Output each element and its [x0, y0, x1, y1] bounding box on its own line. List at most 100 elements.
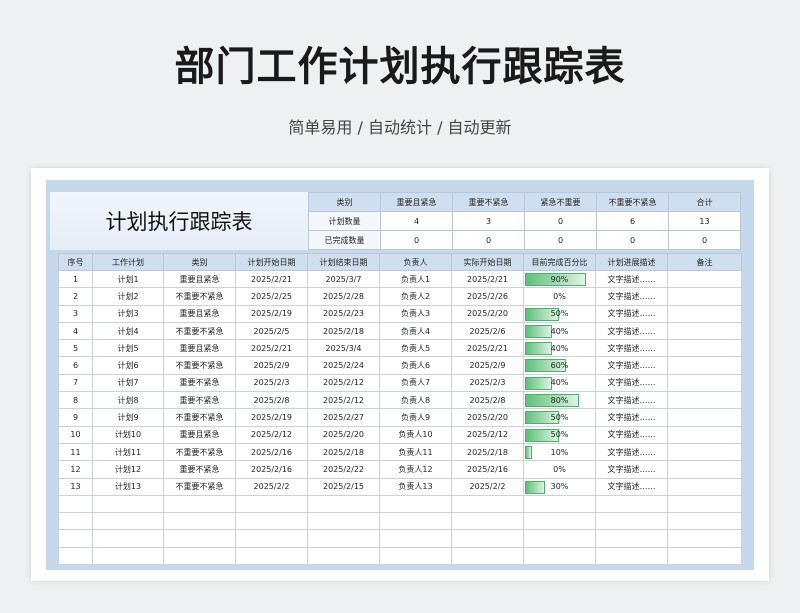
cell-owner[interactable]: 负责人9 [379, 408, 452, 427]
empty-cell[interactable] [379, 512, 452, 531]
cell-note[interactable] [667, 339, 742, 358]
cell-plan-end[interactable]: 2025/3/7 [307, 269, 380, 289]
cell-category[interactable]: 重要不紧急 [163, 460, 236, 479]
cell-category[interactable]: 不重要不紧急 [163, 287, 236, 306]
cell-actual-start[interactable]: 2025/2/6 [451, 321, 524, 341]
progress-cell[interactable]: 30% [523, 477, 596, 496]
summary-cell[interactable]: 13 [668, 211, 741, 231]
summary-cell[interactable]: 0 [668, 230, 741, 250]
summary-cell[interactable]: 6 [596, 211, 669, 231]
empty-cell[interactable] [58, 512, 93, 531]
cell-owner[interactable]: 负责人2 [379, 287, 452, 306]
progress-cell[interactable]: 50% [523, 408, 596, 427]
cell-category[interactable]: 重要且紧急 [163, 339, 236, 358]
cell-plan[interactable]: 计划13 [92, 477, 164, 496]
empty-cell[interactable] [451, 546, 524, 566]
cell-note[interactable] [667, 356, 742, 375]
cell-plan-start[interactable]: 2025/2/12 [235, 425, 308, 444]
empty-cell[interactable] [595, 512, 668, 531]
cell-note[interactable] [667, 442, 742, 462]
cell-plan-start[interactable]: 2025/2/16 [235, 442, 308, 462]
cell-category[interactable]: 不重要不紧急 [163, 442, 236, 462]
cell-plan-start[interactable]: 2025/2/2 [235, 477, 308, 496]
empty-cell[interactable] [379, 529, 452, 548]
empty-cell[interactable] [163, 494, 236, 514]
cell-desc[interactable]: 文字描述…… [595, 391, 668, 410]
empty-cell[interactable] [58, 546, 93, 566]
cell-category[interactable]: 重要不紧急 [163, 373, 236, 393]
empty-cell[interactable] [595, 529, 668, 548]
cell-no[interactable]: 1 [58, 269, 93, 289]
empty-cell[interactable] [451, 512, 524, 531]
cell-note[interactable] [667, 304, 742, 323]
cell-plan-start[interactable]: 2025/2/21 [235, 269, 308, 289]
empty-cell[interactable] [523, 546, 596, 566]
cell-category[interactable]: 不重要不紧急 [163, 356, 236, 375]
cell-no[interactable]: 5 [58, 339, 93, 358]
cell-actual-start[interactable]: 2025/2/20 [451, 408, 524, 427]
cell-desc[interactable]: 文字描述…… [595, 408, 668, 427]
empty-cell[interactable] [523, 512, 596, 531]
progress-cell[interactable]: 50% [523, 304, 596, 323]
empty-cell[interactable] [163, 546, 236, 566]
cell-plan[interactable]: 计划8 [92, 391, 164, 410]
cell-plan[interactable]: 计划1 [92, 269, 164, 289]
empty-cell[interactable] [163, 529, 236, 548]
cell-note[interactable] [667, 287, 742, 306]
summary-cell[interactable]: 0 [524, 211, 597, 231]
cell-category[interactable]: 重要不紧急 [163, 391, 236, 410]
cell-category[interactable]: 不重要不紧急 [163, 408, 236, 427]
empty-cell[interactable] [307, 512, 380, 531]
cell-plan[interactable]: 计划6 [92, 356, 164, 375]
cell-category[interactable]: 重要且紧急 [163, 425, 236, 444]
cell-owner[interactable]: 负责人4 [379, 321, 452, 341]
cell-plan-start[interactable]: 2025/2/8 [235, 391, 308, 410]
cell-plan-start[interactable]: 2025/2/19 [235, 304, 308, 323]
cell-no[interactable]: 8 [58, 391, 93, 410]
empty-cell[interactable] [451, 494, 524, 514]
cell-actual-start[interactable]: 2025/2/21 [451, 269, 524, 289]
cell-desc[interactable]: 文字描述…… [595, 477, 668, 496]
cell-desc[interactable]: 文字描述…… [595, 460, 668, 479]
cell-plan[interactable]: 计划3 [92, 304, 164, 323]
cell-note[interactable] [667, 477, 742, 496]
progress-cell[interactable]: 10% [523, 442, 596, 462]
empty-cell[interactable] [235, 529, 308, 548]
cell-plan[interactable]: 计划7 [92, 373, 164, 393]
cell-no[interactable]: 11 [58, 442, 93, 462]
empty-cell[interactable] [379, 546, 452, 566]
empty-cell[interactable] [523, 494, 596, 514]
progress-cell[interactable]: 40% [523, 321, 596, 341]
progress-cell[interactable]: 60% [523, 356, 596, 375]
cell-owner[interactable]: 负责人7 [379, 373, 452, 393]
progress-cell[interactable]: 50% [523, 425, 596, 444]
cell-plan[interactable]: 计划11 [92, 442, 164, 462]
cell-plan-end[interactable]: 2025/2/27 [307, 408, 380, 427]
cell-actual-start[interactable]: 2025/2/2 [451, 477, 524, 496]
cell-owner[interactable]: 负责人8 [379, 391, 452, 410]
cell-plan-end[interactable]: 2025/2/18 [307, 442, 380, 462]
cell-owner[interactable]: 负责人3 [379, 304, 452, 323]
empty-cell[interactable] [667, 494, 742, 514]
empty-cell[interactable] [92, 546, 164, 566]
cell-desc[interactable]: 文字描述…… [595, 356, 668, 375]
cell-no[interactable]: 10 [58, 425, 93, 444]
cell-desc[interactable]: 文字描述…… [595, 304, 668, 323]
cell-actual-start[interactable]: 2025/2/3 [451, 373, 524, 393]
cell-category[interactable]: 不重要不紧急 [163, 477, 236, 496]
progress-cell[interactable]: 0% [523, 460, 596, 479]
cell-owner[interactable]: 负责人10 [379, 425, 452, 444]
empty-cell[interactable] [451, 529, 524, 548]
cell-desc[interactable]: 文字描述…… [595, 442, 668, 462]
cell-actual-start[interactable]: 2025/2/16 [451, 460, 524, 479]
cell-plan-end[interactable]: 2025/2/22 [307, 460, 380, 479]
cell-actual-start[interactable]: 2025/2/8 [451, 391, 524, 410]
cell-plan-start[interactable]: 2025/2/9 [235, 356, 308, 375]
cell-no[interactable]: 7 [58, 373, 93, 393]
summary-cell[interactable]: 0 [596, 230, 669, 250]
cell-plan-start[interactable]: 2025/2/19 [235, 408, 308, 427]
cell-owner[interactable]: 负责人11 [379, 442, 452, 462]
cell-actual-start[interactable]: 2025/2/9 [451, 356, 524, 375]
cell-plan-start[interactable]: 2025/2/25 [235, 287, 308, 306]
cell-desc[interactable]: 文字描述…… [595, 269, 668, 289]
